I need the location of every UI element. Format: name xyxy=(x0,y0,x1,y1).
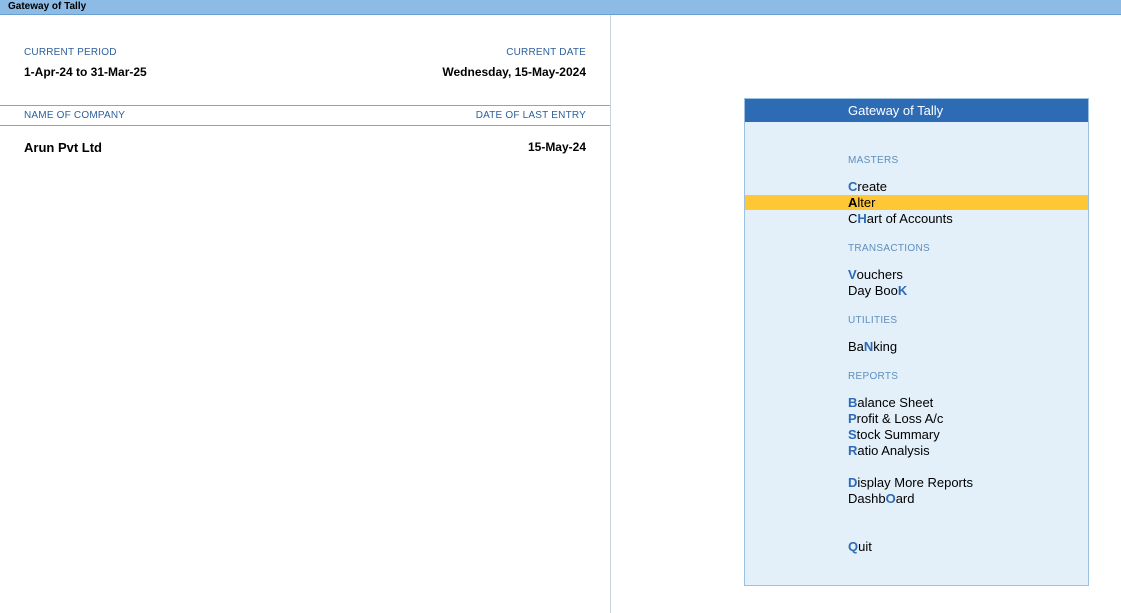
title-bar: Gateway of Tally xyxy=(0,0,1121,15)
divider-top xyxy=(0,105,610,106)
menu-item-chart-of-accounts[interactable]: CHart of Accounts xyxy=(745,211,1088,226)
menu-item-ratio-analysis[interactable]: Ratio Analysis xyxy=(745,443,1088,458)
menu-item-day-book[interactable]: Day BooK xyxy=(745,283,1088,298)
section-masters: MASTERS xyxy=(848,155,899,166)
current-period-value[interactable]: 1-Apr-24 to 31-Mar-25 xyxy=(24,65,147,79)
company-info-pane: CURRENT PERIOD 1-Apr-24 to 31-Mar-25 CUR… xyxy=(0,15,611,613)
menu-item-balance-sheet[interactable]: Balance Sheet xyxy=(745,395,1088,410)
company-name[interactable]: Arun Pvt Ltd xyxy=(24,140,102,155)
section-utilities: UTILITIES xyxy=(848,315,898,326)
gateway-menu-panel: Gateway of Tally MASTERS Create Alter CH… xyxy=(744,98,1089,586)
menu-item-create[interactable]: Create xyxy=(745,179,1088,194)
menu-title: Gateway of Tally xyxy=(745,99,1088,122)
current-period-label: CURRENT PERIOD xyxy=(24,47,117,58)
menu-item-alter[interactable]: Alter xyxy=(745,195,1088,210)
menu-item-profit-loss[interactable]: Profit & Loss A/c xyxy=(745,411,1088,426)
menu-item-stock-summary[interactable]: Stock Summary xyxy=(745,427,1088,442)
current-date-label: CURRENT DATE xyxy=(506,47,586,58)
current-date-value[interactable]: Wednesday, 15-May-2024 xyxy=(442,65,586,79)
section-transactions: TRANSACTIONS xyxy=(848,243,930,254)
last-entry-column-header: DATE OF LAST ENTRY xyxy=(475,110,586,121)
section-reports: REPORTS xyxy=(848,371,899,382)
menu-item-display-more-reports[interactable]: Display More Reports xyxy=(745,475,1088,490)
divider-bottom xyxy=(0,125,610,126)
menu-item-banking[interactable]: BaNking xyxy=(745,339,1088,354)
menu-item-dashboard[interactable]: DashbOard xyxy=(745,491,1088,506)
last-entry-date: 15-May-24 xyxy=(527,140,586,154)
window-title: Gateway of Tally xyxy=(8,1,87,12)
menu-item-quit[interactable]: Quit xyxy=(745,539,1088,554)
company-column-header: NAME OF COMPANY xyxy=(24,110,126,121)
menu-item-vouchers[interactable]: Vouchers xyxy=(745,267,1088,282)
